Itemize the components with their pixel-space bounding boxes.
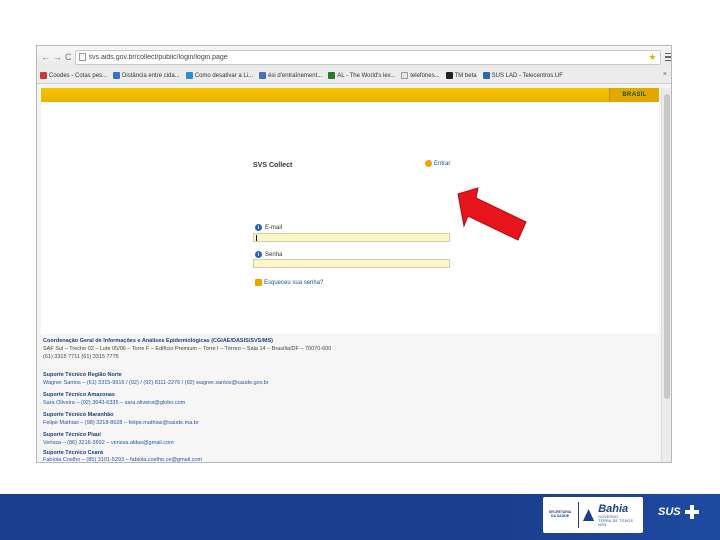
close-icon[interactable]: × [663,71,667,78]
contact-detail[interactable]: Verissa – (86) 3216-3692 – verissa.aldas… [43,440,174,446]
bookmark-icon [185,72,193,79]
enter-link-label: Entrar [434,160,451,167]
bookmark-icon [401,72,409,79]
bookmark-icon [328,72,336,79]
bookmark-label: SUS LAD - Telecentros.UF [491,72,563,79]
gov-header-bar: BRASIL [41,88,659,102]
bookmark-star-icon[interactable]: ★ [648,52,656,63]
page-footer: Coordenação Geral de Informações e Análi… [41,334,659,462]
bookmark-item[interactable]: Como desativar a Li... [185,72,254,79]
address-bar-row: ← → C svs.aids.gov.br/collect/public/log… [37,46,671,68]
org-line: Coordenação Geral de Informações e Análi… [43,338,273,344]
contact-detail[interactable]: Wagner Santos – (61) 3315-9916 / (92) / … [43,380,269,386]
bookmark-label: Como desativar a Li... [194,72,254,79]
slide: ← → C svs.aids.gov.br/collect/public/log… [0,0,720,540]
url-text: svs.aids.gov.br/collect/public/login/log… [88,53,228,61]
brasil-tab[interactable]: BRASIL [609,88,659,102]
scrollbar[interactable] [661,88,671,462]
scrollbar-thumb[interactable] [664,94,670,399]
bahia-tagline: TERRA DE TODOS NÓS [598,518,634,527]
login-title: SVS Collect [253,162,293,169]
red-arrow-annotation [457,187,527,241]
reload-button[interactable]: C [65,51,72,63]
contact-title: Suporte Técnico Amazonas [43,392,115,398]
bookmark-item[interactable]: ési d'entraînement... [259,72,322,79]
key-icon [255,279,262,286]
contact-detail[interactable]: Fabíola Coelho – (85) 3101-5293 – fabiol… [43,457,202,462]
bookmark-label: Distância entre cida... [122,72,180,79]
contact-title: Suporte Técnico Piauí [43,432,101,438]
bookmark-label: telefones... [410,72,440,79]
bookmark-label: ési d'entraînement... [268,72,323,79]
email-label: i E-mail [255,224,282,231]
bookmark-item[interactable]: SUS LAD - Telecentros.UF [482,72,563,79]
bookmark-label: AL - The World's lev... [337,72,396,79]
email-label-text: E-mail [265,224,283,231]
forgot-password-label: Esqueceu sua senha? [264,279,324,286]
senha-label: i Senha [255,251,282,258]
bahia-logo: SECRETARIA DA SAÚDE Bahia GOVERNO TERRA … [543,497,643,533]
contact-detail[interactable]: Felipe Mathias – (98) 3218-8628 – felipe… [43,420,199,426]
bookmarks-bar: Coodes - Cotas pes... Distância entre ci… [37,68,671,84]
bahia-wordmark: Bahia GOVERNO TERRA DE TODOS NÓS [598,502,640,527]
text-caret [256,235,257,241]
menu-icon[interactable] [664,51,671,63]
enter-link[interactable]: Entrar [425,160,450,167]
bahia-emblem-icon [582,509,595,521]
address-line: SAF Sul – Trecho 02 – Lote 05/06 – Torre… [43,346,332,352]
back-button[interactable]: ← [41,51,50,63]
phone-line: (61) 3315 7711 (61) 3315 7775 [43,354,119,360]
secretaria-label: SECRETARIA DA SAÚDE [548,510,572,518]
senha-label-text: Senha [265,251,283,258]
url-bar[interactable]: svs.aids.gov.br/collect/public/login/log… [74,49,661,65]
bookmark-label: Coodes - Cotas pes... [49,72,108,79]
bookmark-label: TM beta [454,72,477,79]
contact-title: Suporte Técnico Ceará [43,450,103,456]
bookmark-item[interactable]: Coodes - Cotas pes... [40,72,107,79]
info-icon: i [255,224,262,231]
email-field[interactable] [253,233,450,242]
info-icon: i [255,251,262,258]
bookmark-icon [113,72,121,79]
bookmark-icon [40,72,47,79]
browser-window: ← → C svs.aids.gov.br/collect/public/log… [36,45,672,463]
forward-button[interactable]: → [53,51,62,63]
contact-title: Suporte Técnico Região Norte [43,372,122,378]
bookmark-icon [482,72,490,79]
contact-detail[interactable]: Sara Oliveira – (92) 3643-6335 – sara.ol… [43,400,185,406]
sus-cross-icon [685,505,699,519]
password-field[interactable] [253,259,450,268]
page-icon [78,53,86,61]
bookmark-item[interactable]: AL - The World's lev... [328,72,395,79]
bahia-word: Bahia [598,502,629,515]
bookmark-item[interactable]: TM beta [445,72,477,79]
bookmark-item[interactable]: Distância entre cida... [113,72,180,79]
bookmark-icon [259,72,267,79]
forgot-password-link[interactable]: Esqueceu sua senha? [255,279,323,286]
web-page: BRASIL SVS Collect Entrar i E-mail i Sen… [41,88,659,462]
logo-divider [578,502,579,528]
contact-title: Suporte Técnico Maranhão [43,412,114,418]
sus-logo: SUS [658,506,681,518]
bookmark-icon [445,72,453,79]
enter-icon [425,160,432,167]
bookmark-item[interactable]: telefones... [401,72,440,79]
